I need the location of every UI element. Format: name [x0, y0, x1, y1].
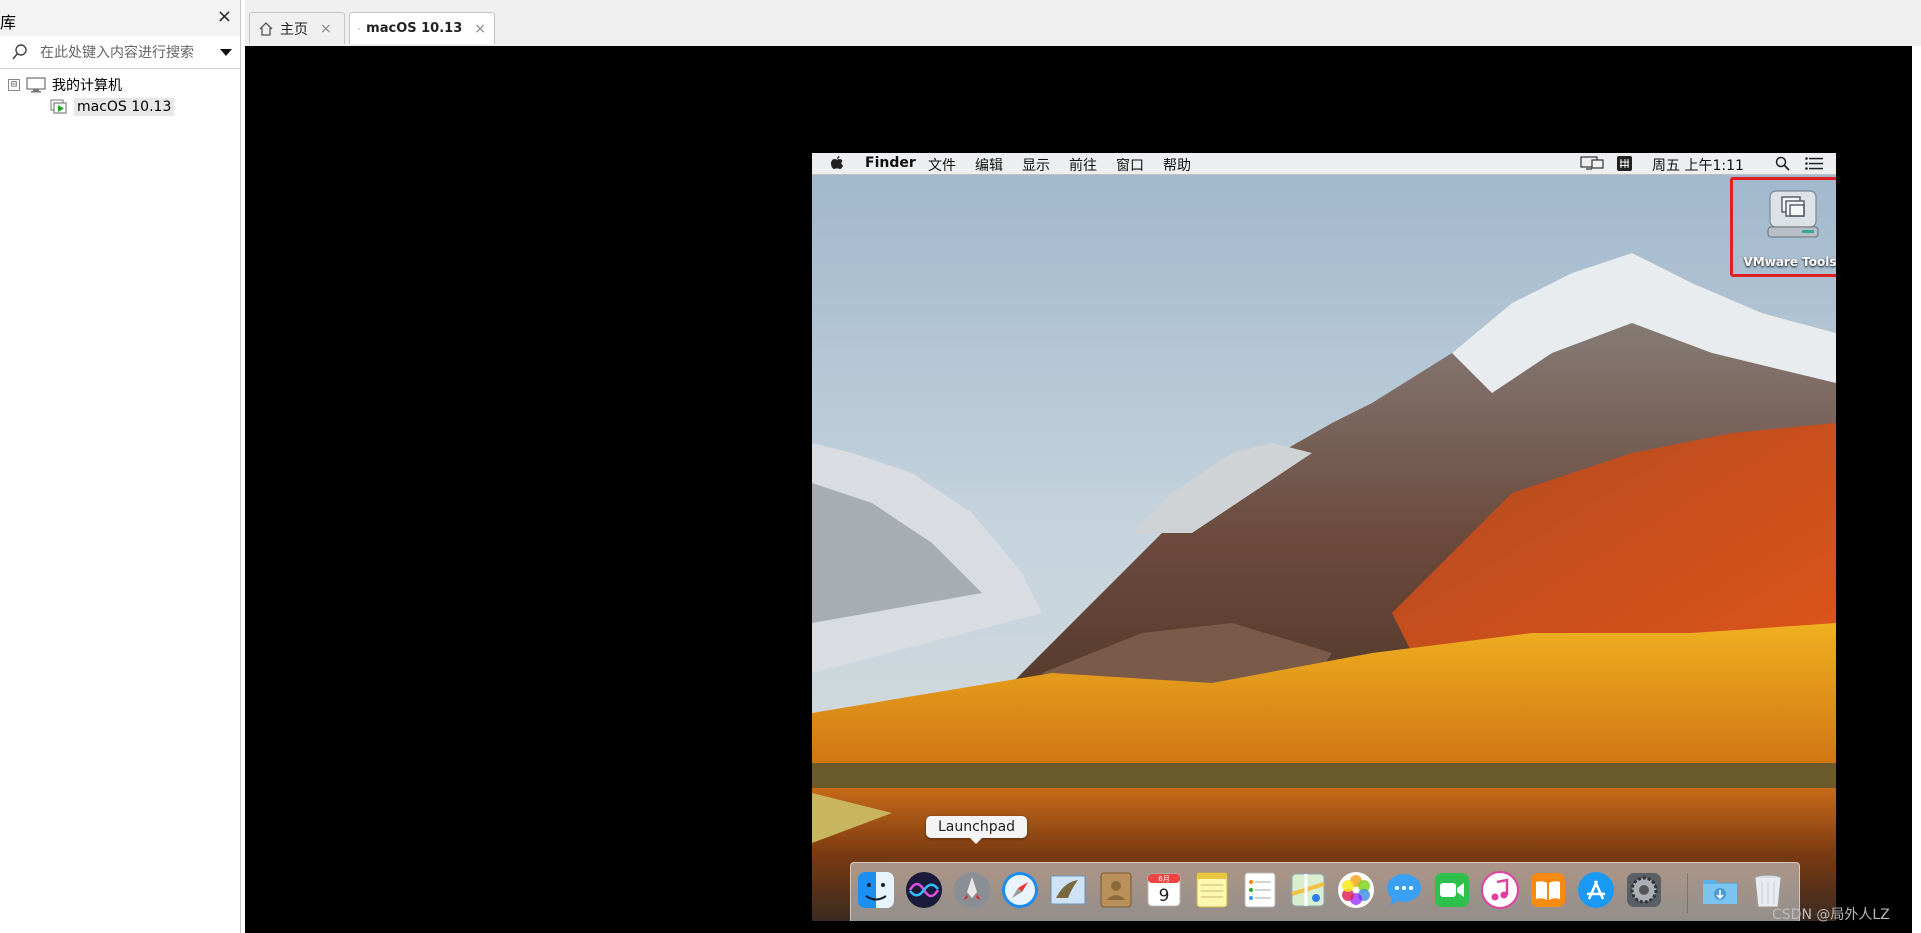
chevron-down-icon[interactable] — [220, 49, 232, 56]
tree-item-label: 我的计算机 — [52, 78, 122, 94]
system-preferences-icon[interactable] — [1624, 870, 1664, 910]
menu-help[interactable]: 帮助 — [1163, 155, 1191, 175]
menu-view[interactable]: 显示 — [1022, 155, 1050, 175]
menu-edit[interactable]: 编辑 — [975, 155, 1003, 175]
menu-finder[interactable]: Finder — [865, 155, 916, 171]
finder-icon[interactable] — [856, 870, 896, 910]
tree-item-label: macOS 10.13 — [74, 98, 175, 116]
messages-icon[interactable] — [1384, 870, 1424, 910]
vm-console[interactable]: Finder 文件 编辑 显示 前往 窗口 帮助 周五 上午1:11 VMwar… — [245, 46, 1912, 933]
contacts-icon[interactable] — [1096, 870, 1136, 910]
dock-tooltip: Launchpad — [926, 816, 1028, 844]
app-store-icon[interactable] — [1576, 870, 1616, 910]
notification-center-icon[interactable] — [1805, 157, 1823, 170]
maps-icon[interactable] — [1288, 870, 1328, 910]
downloads-folder-icon[interactable] — [1700, 870, 1740, 910]
disk-icon — [1767, 190, 1819, 238]
tree-item-vm[interactable]: macOS 10.13 — [50, 96, 175, 118]
siri-icon[interactable] — [904, 870, 944, 910]
macos-screen[interactable]: Finder 文件 编辑 显示 前往 窗口 帮助 周五 上午1:11 VMwar… — [812, 153, 1836, 921]
tree-item-my-computer[interactable]: ⊟ 我的计算机 — [8, 74, 122, 96]
calendar-month-label: 6月 — [1158, 875, 1169, 883]
tab-home[interactable]: 主页 × — [249, 12, 345, 44]
display-mirror-icon[interactable] — [1580, 156, 1604, 171]
calendar-day-label: 9 — [1159, 886, 1170, 906]
vmware-workstation-window: 库 × ⊟ 我的计算机 — [0, 0, 1921, 933]
vm-icon — [50, 99, 67, 114]
photos-icon[interactable] — [1336, 870, 1376, 910]
tab-macos[interactable]: macOS 10.13 × — [349, 12, 495, 44]
collapse-toggle[interactable]: ⊟ — [8, 79, 20, 91]
input-method-icon[interactable] — [1617, 156, 1632, 171]
disk-label: VMware Tools — [1743, 255, 1837, 269]
tab-label: macOS 10.13 — [366, 21, 463, 36]
library-panel: 库 × ⊟ 我的计算机 — [0, 0, 241, 933]
macos-menubar: Finder 文件 编辑 显示 前往 窗口 帮助 周五 上午1:11 — [812, 153, 1836, 175]
menu-file[interactable]: 文件 — [928, 155, 956, 175]
dock: 6月 9 — [850, 862, 1800, 921]
close-icon[interactable]: × — [217, 6, 232, 27]
library-title: 库 — [0, 13, 17, 32]
safari-icon[interactable] — [1000, 870, 1040, 910]
tab-label: 主页 — [280, 21, 308, 38]
reminders-icon[interactable] — [1240, 870, 1280, 910]
computer-icon — [26, 77, 46, 93]
facetime-icon[interactable] — [1432, 870, 1472, 910]
watermark-text: CSDN @局外人LZ — [1772, 907, 1890, 923]
notes-icon[interactable] — [1192, 870, 1232, 910]
calendar-icon[interactable]: 6月 9 — [1144, 870, 1184, 910]
spotlight-search-icon[interactable] — [1775, 156, 1790, 171]
mail-icon[interactable] — [1048, 870, 1088, 910]
wallpaper-image — [812, 153, 1836, 921]
vm-icon — [358, 27, 360, 30]
ibooks-icon[interactable] — [1528, 870, 1568, 910]
window-edge — [1912, 46, 1921, 933]
close-icon[interactable]: × — [474, 21, 486, 37]
search-input[interactable] — [38, 41, 212, 65]
library-search — [0, 36, 240, 69]
apple-logo-icon[interactable] — [830, 155, 844, 171]
menu-go[interactable]: 前往 — [1069, 155, 1097, 175]
library-header: 库 × — [0, 0, 240, 37]
itunes-icon[interactable] — [1480, 870, 1520, 910]
menu-window[interactable]: 窗口 — [1116, 155, 1144, 175]
tab-bar: 主页 × macOS 10.13 × — [245, 0, 1921, 47]
close-icon[interactable]: × — [320, 21, 332, 37]
menubar-clock[interactable]: 周五 上午1:11 — [1652, 155, 1744, 175]
dock-separator — [1687, 873, 1688, 913]
home-icon — [259, 21, 273, 36]
vmware-tools-desktop-icon[interactable]: VMware Tools — [1730, 177, 1836, 277]
search-icon — [12, 44, 27, 60]
launchpad-icon[interactable] — [952, 870, 992, 910]
